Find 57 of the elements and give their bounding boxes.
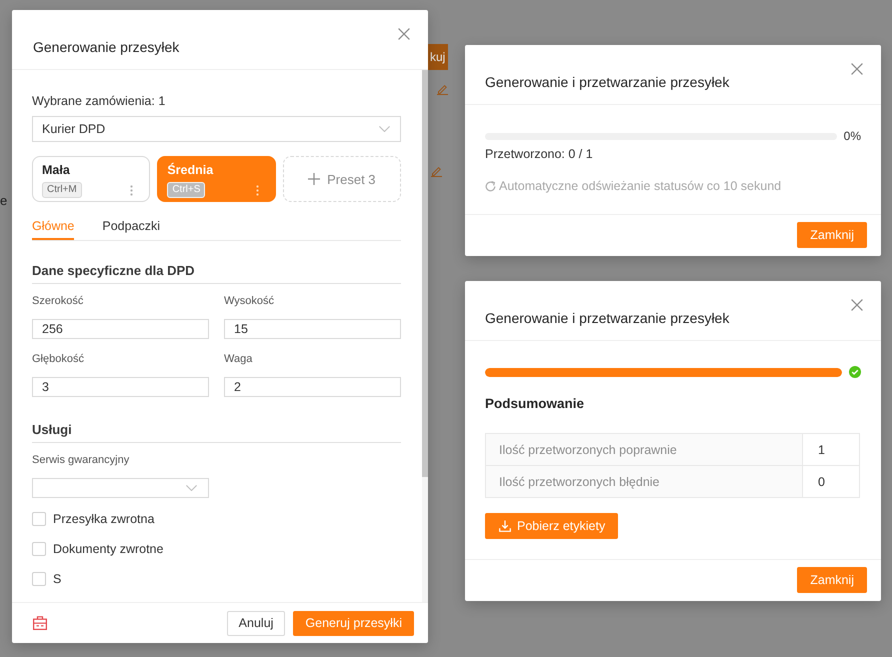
checkbox-label: Dokumenty zwrotne (53, 541, 164, 557)
table-cell: Ilość przetworzonych poprawnie (486, 434, 803, 465)
progress-percent: 0% (844, 129, 861, 143)
download-icon (499, 520, 511, 532)
plus-icon (308, 173, 320, 185)
close-icon (851, 299, 863, 311)
table-cell: 0 (803, 465, 859, 497)
input-field[interactable]: 256 (32, 319, 209, 339)
checkbox-label: Przesyłka zwrotna (53, 511, 154, 527)
chevron-down-icon (379, 126, 390, 132)
close-button[interactable] (850, 298, 864, 312)
refresh-icon (485, 180, 496, 192)
dialog-title: Generowanie i przetwarzanie przesyłek (485, 73, 730, 91)
field-label: Głębokość (32, 352, 84, 367)
input-field[interactable]: 15 (224, 319, 401, 339)
scrollbar[interactable] (422, 70, 428, 602)
pencil-icon (437, 84, 448, 95)
select-field[interactable] (32, 478, 209, 498)
kebab-menu-icon (130, 184, 134, 196)
checkbox[interactable] (32, 512, 46, 526)
shortcut-badge: Ctrl+M (42, 182, 82, 198)
preset-name: Mała (42, 162, 70, 178)
checkbox-label: S (53, 571, 62, 587)
close-icon (851, 63, 863, 75)
section-title: Usługi (32, 420, 401, 443)
field-label: Szerokość (32, 294, 84, 309)
kebab-menu-icon (256, 184, 259, 196)
tab[interactable]: Podpaczki (102, 212, 160, 240)
summary-title: Podsumowanie (485, 395, 584, 413)
field-label: Wysokość (224, 294, 274, 309)
input-field[interactable]: 2 (224, 377, 401, 397)
shortcut-badge: Ctrl+S (167, 182, 206, 198)
preset-name: Średnia (167, 162, 214, 178)
field-label: Waga (224, 352, 252, 367)
toolbox-icon (33, 616, 47, 630)
background-button[interactable]: kuj (428, 44, 448, 70)
processed-count: Przetworzono: 0 / 1 (485, 146, 593, 162)
chevron-down-icon (186, 485, 197, 491)
close-button[interactable] (397, 27, 411, 41)
cancel-button[interactable]: Anuluj (226, 610, 286, 636)
checkbox[interactable] (32, 542, 46, 556)
refresh-note: Automatyczne odświeżanie statusów co 10 sekund (499, 178, 782, 194)
dialog-title: Generowanie i przetwarzanie przesyłek (485, 309, 730, 327)
close-icon (398, 28, 410, 40)
preset-card[interactable]: Mała Ctrl+M (32, 156, 150, 202)
close-button[interactable] (850, 62, 864, 76)
section-title: Dane specyficzne dla DPD (32, 261, 401, 284)
checkbox[interactable] (32, 572, 46, 586)
field-label: Serwis gwarancyjny (32, 453, 130, 468)
background-text: e (0, 193, 8, 209)
carrier-select[interactable]: Kurier DPD (32, 116, 401, 142)
dialog-title: Generowanie przesyłek (33, 38, 180, 56)
selected-orders-label: Wybrane zamówienia: 1 (32, 93, 166, 109)
pencil-icon (431, 166, 442, 177)
input-field[interactable]: 3 (32, 377, 209, 397)
table-cell-text: 1 (817, 442, 826, 458)
table-cell: Ilość przetworzonych błędnie (486, 465, 803, 497)
